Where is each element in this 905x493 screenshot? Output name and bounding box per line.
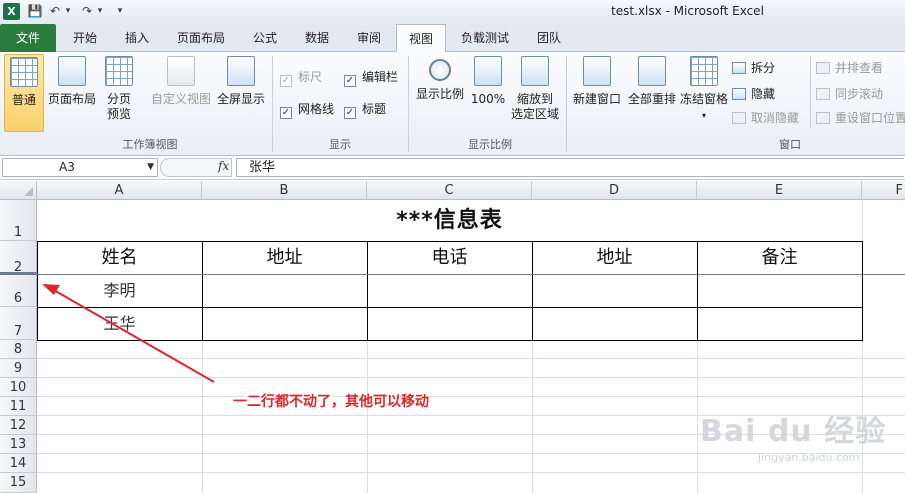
window-title: test.xlsx - Microsoft Excel [611,4,764,18]
formula-input[interactable]: 张华 [236,158,904,177]
tab-insert[interactable]: 插入 [112,24,162,52]
tab-page-layout[interactable]: 页面布局 [164,24,238,52]
tab-home[interactable]: 开始 [60,24,110,52]
split-label: 拆分 [751,61,776,75]
tab-formulas[interactable]: 公式 [240,24,290,52]
zoom-to-selection-button[interactable]: 缩放到 选定区域 [508,54,562,132]
zoom-selection-label-1: 缩放到 [516,92,553,106]
side-by-side-icon [816,62,830,74]
new-window-button[interactable]: 新建窗口 [570,54,624,132]
zoom-to-selection-icon [521,56,549,86]
view-side-by-side-button[interactable]: 并排查看 [816,58,883,78]
gridlines-label: 网格线 [298,102,335,116]
zoom-group-label: 显示比例 [468,138,512,151]
freeze-panes-label: 冻结窗格 [680,92,729,106]
tab-file[interactable]: 文件 [0,24,56,52]
chevron-down-icon[interactable]: ▼ [147,159,154,176]
custom-views-label: 自定义视图 [150,92,211,106]
gridlines-checkbox[interactable]: ✓ 网格线 [280,100,335,119]
name-box-value: A3 [59,160,75,174]
gridlines-check-icon: ✓ [280,107,292,119]
new-window-label: 新建窗口 [572,92,621,106]
name-box[interactable]: A3 ▼ [2,158,158,177]
new-window-icon [583,56,611,86]
side-by-side-label: 并排查看 [835,61,884,75]
tab-team[interactable]: 团队 [524,24,574,52]
zoom-100-label: 100% [470,92,506,106]
insert-function-icon[interactable]: fx [218,159,229,173]
page-layout-icon [58,56,86,86]
headings-label: 标题 [362,102,387,116]
sync-scroll-icon [816,88,830,100]
normal-view-icon [10,57,38,87]
magnifier-icon [429,59,451,81]
split-button[interactable]: 拆分 [732,58,775,78]
headings-checkbox[interactable]: ✓ 标题 [344,100,387,119]
unhide-icon [732,112,746,124]
tab-data[interactable]: 数据 [292,24,342,52]
ruler-check-icon: ✓ [280,75,292,87]
arrange-all-icon [638,56,666,86]
tab-review[interactable]: 审阅 [344,24,394,52]
formula-bar-label: 编辑栏 [362,70,399,84]
synchronous-scrolling-button[interactable]: 同步滚动 [816,84,883,104]
worksheet-grid[interactable]: A B C D E F 1 2 6 7 8 9 10 11 12 13 14 1… [0,181,905,493]
unhide-label: 取消隐藏 [751,111,800,125]
show-group-label: 显示 [329,138,351,151]
full-screen-label: 全屏显示 [216,92,265,106]
page-break-label-2: 预览 [106,107,131,121]
unhide-button[interactable]: 取消隐藏 [732,108,799,128]
custom-views-icon [167,56,195,86]
reset-position-icon [816,112,830,124]
formula-bar: A3 ▼ fx 张华 [0,156,905,180]
zoom-button[interactable]: 显示比例 [412,54,468,132]
full-screen-button[interactable]: 全屏显示 [214,54,268,132]
formula-bar-check-icon: ✓ [344,75,356,87]
headings-check-icon: ✓ [344,107,356,119]
normal-view-label: 普通 [11,93,36,107]
group-separator [408,56,409,152]
ruler-label: 标尺 [298,70,323,84]
normal-view-button[interactable]: 普通 [4,54,44,132]
ribbon: 普通 页面布局 分页 预览 自定义视图 全屏显示 工作簿视图 ✓ 标尺 ✓ 编辑栏 … [0,52,905,156]
page-break-preview-icon [105,56,133,86]
zoom-label: 显示比例 [415,87,464,101]
reset-position-label: 重设窗口位置 [835,111,905,125]
freeze-panes-button[interactable]: 冻结窗格 ▾ [680,54,728,132]
reset-window-position-button[interactable]: 重设窗口位置 [816,108,905,128]
page-break-label-1: 分页 [106,92,131,106]
title-bar: X 💾 ↶ ▾ ↷ ▾ ▾ test.xlsx - Microsoft Exce… [0,0,905,24]
arrange-all-button[interactable]: 全部重排 [626,54,678,132]
ribbon-tab-bar: 文件 开始 插入 页面布局 公式 数据 审阅 视图 负载测试 团队 [0,24,905,53]
formula-bar-checkbox[interactable]: ✓ 编辑栏 [344,68,399,87]
split-icon [732,62,746,74]
hide-label: 隐藏 [751,87,776,101]
hide-button[interactable]: 隐藏 [732,84,775,104]
sync-scroll-label: 同步滚动 [835,87,884,101]
zoom-100-button[interactable]: 100% [470,54,506,132]
window-subseparator [810,56,811,128]
page-layout-label: 页面布局 [47,92,96,106]
tab-view[interactable]: 视图 [396,24,446,53]
freeze-panes-icon [690,56,718,86]
ruler-checkbox[interactable]: ✓ 标尺 [280,68,323,87]
window-group-label: 窗口 [779,138,801,151]
zoom-100-icon [474,56,502,86]
group-separator [272,56,273,152]
full-screen-icon [227,56,255,86]
freeze-panes-dropdown-icon: ▾ [701,111,706,120]
annotation-arrow-icon [42,284,215,383]
custom-views-button[interactable]: 自定义视图 [150,54,212,132]
tab-load-test[interactable]: 负载测试 [448,24,522,52]
arrange-all-label: 全部重排 [627,92,676,106]
group-separator [566,56,567,152]
zoom-selection-label-2: 选定区域 [510,107,559,121]
page-break-preview-button[interactable]: 分页 预览 [100,54,138,132]
workbook-views-group-label: 工作簿视图 [122,138,178,151]
annotation-text: 一二行都不动了，其他可以移动 [233,394,429,410]
hide-icon [732,88,746,100]
page-layout-view-button[interactable]: 页面布局 [46,54,98,132]
